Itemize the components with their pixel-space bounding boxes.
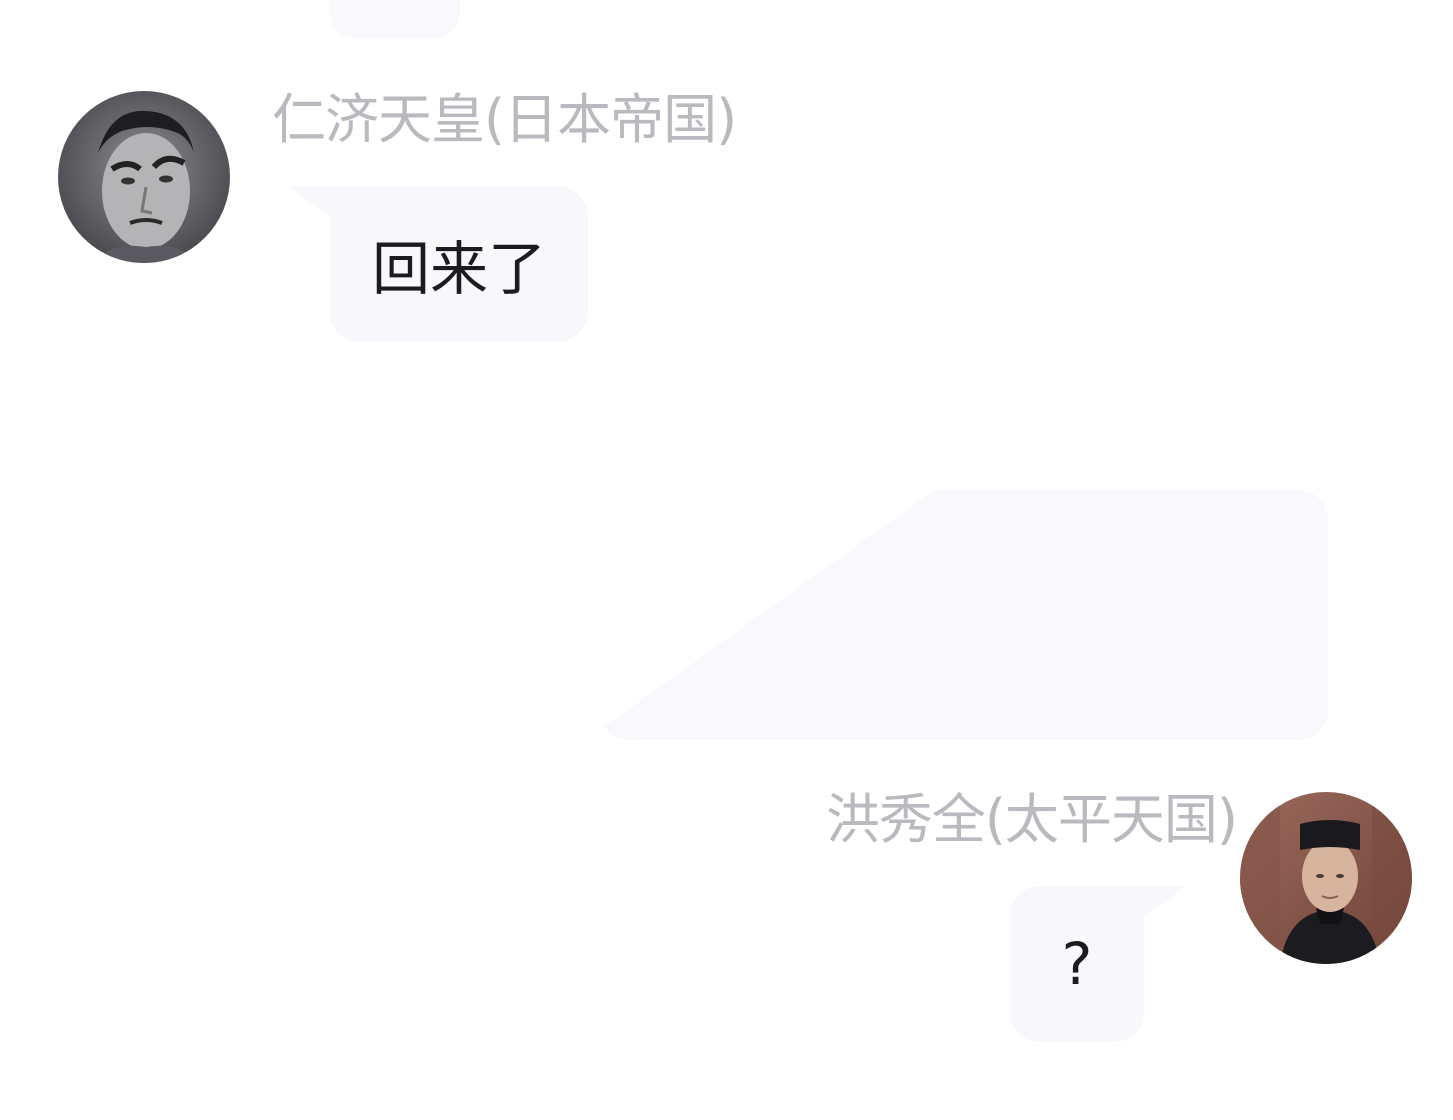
sender-name-right: 洪秀全(太平天国) — [825, 788, 1238, 851]
message-bubble-outgoing[interactable]: ? — [1010, 886, 1144, 1042]
sender-name-left: 仁济天皇(日本帝国) — [272, 88, 737, 151]
portrait-avatar-icon — [1240, 792, 1412, 964]
message-bubble-partial — [330, 0, 460, 38]
chat-area: 仁济天皇(日本帝国) 回来了 洪秀全(太平天国) ? — [0, 0, 1453, 1120]
portrait-avatar-icon — [58, 91, 230, 263]
message-bubble-incoming[interactable]: 回来了 — [330, 186, 588, 342]
message-text: 回来了 — [371, 235, 546, 303]
message-bubble-faded — [600, 490, 1328, 740]
message-text: ? — [1061, 930, 1093, 998]
sender-avatar-right[interactable] — [1240, 792, 1412, 964]
sender-avatar-left[interactable] — [58, 91, 230, 263]
